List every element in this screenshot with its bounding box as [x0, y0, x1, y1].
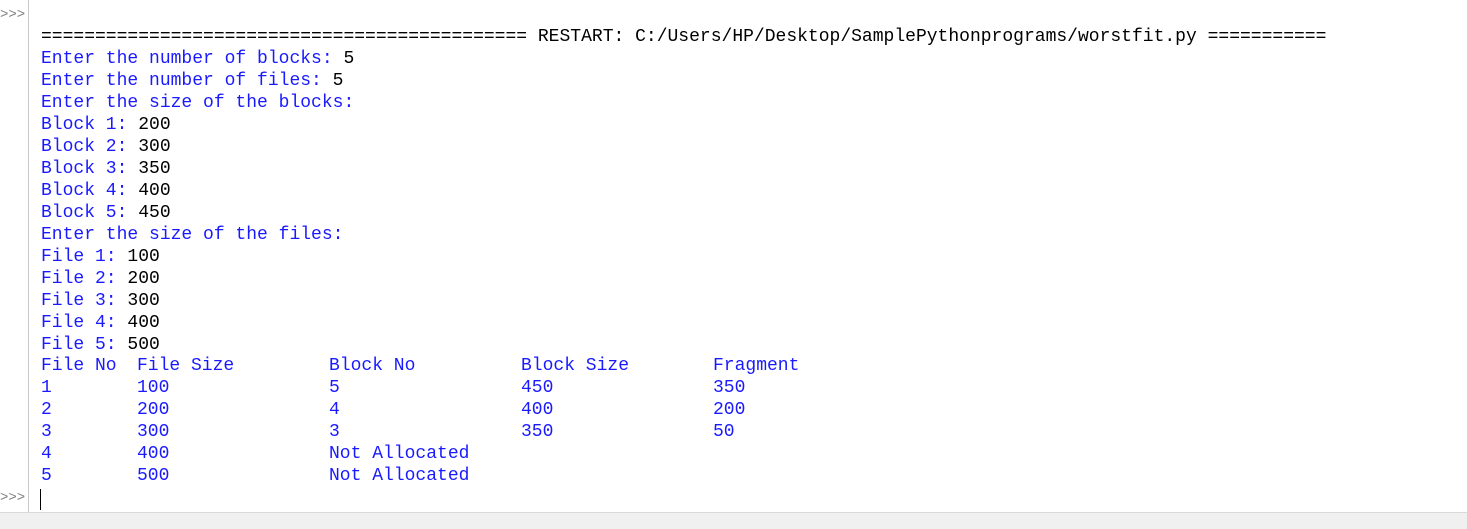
table-header-block-no: Block No — [329, 356, 416, 376]
shell-line: Block 4: 400 — [41, 180, 171, 202]
user-input-value: 350 — [138, 159, 171, 179]
table-header-block-size: Block Size — [521, 356, 630, 376]
shell-line: Block 2: 300 — [41, 136, 171, 158]
user-input-value: 300 — [138, 137, 171, 157]
table-cell-file-size: 300 — [137, 422, 170, 442]
restart-banner: ========================================… — [41, 27, 1327, 47]
user-input-value: 450 — [138, 203, 171, 223]
table-cell-block-size: 350 — [521, 422, 554, 442]
table-cell-block-no: Not Allocated — [329, 444, 470, 464]
shell-line: File 1: 100 — [41, 246, 160, 268]
shell-line: Block 5: 450 — [41, 202, 171, 224]
prompt-text: File 1: — [41, 247, 128, 267]
table-cell-fragment: 350 — [713, 378, 746, 398]
table-cell-block-no: 5 — [329, 378, 340, 398]
prompt-text: Block 2: — [41, 137, 139, 157]
user-input-value: 500 — [127, 335, 160, 355]
shell-line: File 4: 400 — [41, 312, 160, 334]
table-cell-file-no: 4 — [41, 444, 52, 464]
table-cell-block-no: Not Allocated — [329, 466, 470, 486]
user-input-value: 200 — [138, 115, 171, 135]
table-cell-file-no: 2 — [41, 400, 52, 420]
user-input-value: 5 — [332, 71, 344, 91]
prompt-text: Enter the size of the blocks: — [41, 93, 355, 113]
table-cell-file-size: 500 — [137, 466, 170, 486]
shell-line: Enter the size of the files: — [41, 224, 343, 246]
table-header-file-size: File Size — [137, 356, 235, 376]
user-input-value: 200 — [127, 269, 160, 289]
table-cell-file-size: 200 — [137, 400, 170, 420]
table-cell-fragment: 50 — [713, 422, 735, 442]
table-cell-file-no: 3 — [41, 422, 52, 442]
shell-line: File 2: 200 — [41, 268, 160, 290]
table-cell-block-size: 450 — [521, 378, 554, 398]
shell-line: Block 3: 350 — [41, 158, 171, 180]
shell-line: File 3: 300 — [41, 290, 160, 312]
prompt-text: Enter the number of files: — [41, 71, 333, 91]
table-cell-file-no: 1 — [41, 378, 52, 398]
table-cell-fragment: 200 — [713, 400, 746, 420]
shell-output-area[interactable]: ========================================… — [0, 0, 1467, 512]
table-cell-block-size: 400 — [521, 400, 554, 420]
table-header-fragment: Fragment — [713, 356, 800, 376]
user-input-value: 400 — [127, 313, 160, 333]
prompt-text: Enter the number of blocks: — [41, 49, 344, 69]
prompt-text: Block 5: — [41, 203, 139, 223]
text-cursor — [40, 489, 41, 510]
prompt-text: File 4: — [41, 313, 128, 333]
prompt-text: Block 4: — [41, 181, 139, 201]
shell-line: Block 1: 200 — [41, 114, 171, 136]
table-cell-block-no: 3 — [329, 422, 340, 442]
prompt-text: Block 3: — [41, 159, 139, 179]
user-input-value: 400 — [138, 181, 171, 201]
table-header-file-no: File No — [41, 356, 117, 376]
shell-line: File 5: 500 — [41, 334, 160, 356]
user-input-value: 100 — [127, 247, 160, 267]
table-cell-file-size: 400 — [137, 444, 170, 464]
table-cell-block-no: 4 — [329, 400, 340, 420]
status-bar — [0, 512, 1467, 529]
shell-line: Enter the size of the blocks: — [41, 92, 354, 114]
prompt-text: Enter the size of the files: — [41, 225, 344, 245]
prompt-text: File 3: — [41, 291, 128, 311]
user-input-value: 300 — [127, 291, 160, 311]
shell-line: Enter the number of files: 5 — [41, 70, 343, 92]
python-shell-window[interactable]: >>> >>> ================================… — [0, 0, 1467, 512]
shell-line: Enter the number of blocks: 5 — [41, 48, 354, 70]
table-cell-file-size: 100 — [137, 378, 170, 398]
prompt-text: File 5: — [41, 335, 128, 355]
table-cell-file-no: 5 — [41, 466, 52, 486]
prompt-text: File 2: — [41, 269, 128, 289]
user-input-value: 5 — [343, 49, 355, 69]
prompt-text: Block 1: — [41, 115, 139, 135]
